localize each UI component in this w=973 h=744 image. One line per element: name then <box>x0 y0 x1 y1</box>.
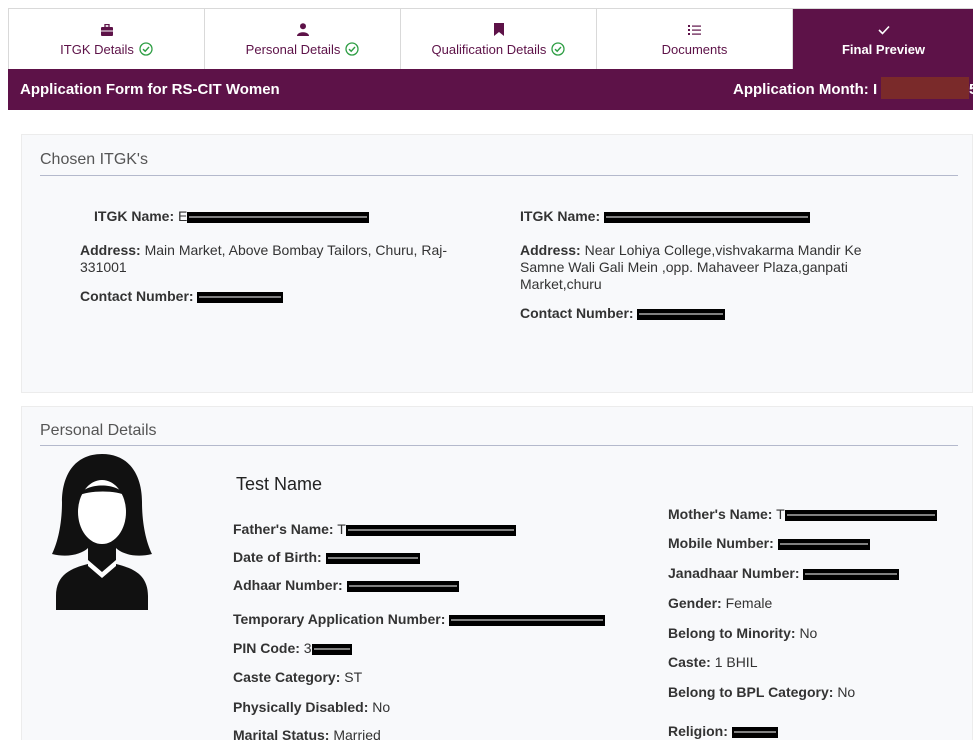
application-month: Application Month: I <box>733 81 878 98</box>
temporary-application-number: Temporary Application Number: <box>233 611 606 628</box>
redacted-value <box>784 509 937 521</box>
father-name: Father's Name: T <box>233 521 516 538</box>
redacted-value <box>777 538 870 550</box>
bpl-category: Belong to BPL Category: No <box>668 684 856 700</box>
tab-label: Documents <box>661 41 728 57</box>
caste: Caste: 1 BHIL <box>668 654 758 670</box>
redacted-value <box>345 524 516 536</box>
form-title: Application Form for RS-CIT Women <box>20 81 280 98</box>
redacted-value <box>187 211 370 223</box>
itgk-left-address: Address: Main Market, Above Bombay Tailo… <box>80 242 447 275</box>
tab-personal-details[interactable]: Personal Details <box>205 9 401 69</box>
check-circle-icon <box>345 42 359 56</box>
checkmark-icon <box>877 22 890 38</box>
redacted-value <box>325 552 420 564</box>
redacted-value <box>604 211 811 223</box>
redacted-value <box>803 568 900 580</box>
section-divider <box>40 445 958 446</box>
form-header: Application Form for RS-CIT Women Applic… <box>8 69 973 110</box>
redacted-value <box>197 291 284 303</box>
applicant-name: Test Name <box>236 474 323 494</box>
itgk-left-name: ITGK Name: E <box>94 208 370 225</box>
tab-label: Qualification Details <box>431 41 547 57</box>
religion: Religion: <box>668 723 778 740</box>
itgk-card: Chosen ITGK's ITGK Name: E Address: Main… <box>21 134 973 393</box>
application-month-tail: 5 <box>969 81 973 98</box>
pin-code: PIN Code: 3 <box>233 640 352 657</box>
redacted-value <box>637 308 726 320</box>
marital-status: Marital Status: Married <box>233 727 381 743</box>
physically-disabled: Physically Disabled: No <box>233 699 391 715</box>
gender: Gender: Female <box>668 595 773 611</box>
redacted-value <box>311 643 352 655</box>
tab-label: Personal Details <box>245 41 341 57</box>
tab-itgk-details[interactable]: ITGK Details <box>9 9 205 69</box>
itgk-left-contact: Contact Number: <box>80 288 284 305</box>
bookmark-icon <box>493 22 504 38</box>
itgk-right-address: Address: Near Lohiya College,vishvakarma… <box>520 242 862 292</box>
wizard-tabs: ITGK Details Personal Details Qualificat… <box>8 8 973 69</box>
tab-label: ITGK Details <box>60 41 134 57</box>
section-title: Chosen ITGK's <box>40 151 148 168</box>
briefcase-icon <box>100 22 113 38</box>
redacted-value <box>449 614 606 626</box>
itgk-right-name: ITGK Name: <box>520 208 811 225</box>
mobile-number: Mobile Number: <box>668 535 870 552</box>
check-circle-icon <box>139 42 153 56</box>
section-divider <box>40 175 958 176</box>
redacted-value <box>346 580 459 592</box>
tab-final-preview[interactable]: Final Preview <box>793 9 973 69</box>
janadhaar-number: Janadhaar Number: <box>668 565 900 582</box>
section-title: Personal Details <box>40 422 157 439</box>
redacted-month <box>881 77 969 99</box>
caste-category: Caste Category: ST <box>233 669 363 685</box>
tab-label: Final Preview <box>841 41 926 57</box>
adhaar-number: Adhaar Number: <box>233 577 459 594</box>
itgk-right-contact: Contact Number: <box>520 305 726 322</box>
user-icon <box>296 22 309 38</box>
tab-documents[interactable]: Documents <box>597 9 793 69</box>
mother-name: Mother's Name: T <box>668 506 937 523</box>
check-circle-icon <box>551 42 566 56</box>
belong-to-minority: Belong to Minority: No <box>668 625 818 641</box>
date-of-birth: Date of Birth: <box>233 549 420 566</box>
female-avatar-icon <box>32 446 172 618</box>
tab-qualification-details[interactable]: Qualification Details <box>401 9 597 69</box>
redacted-value <box>731 726 778 738</box>
list-icon <box>688 22 701 38</box>
